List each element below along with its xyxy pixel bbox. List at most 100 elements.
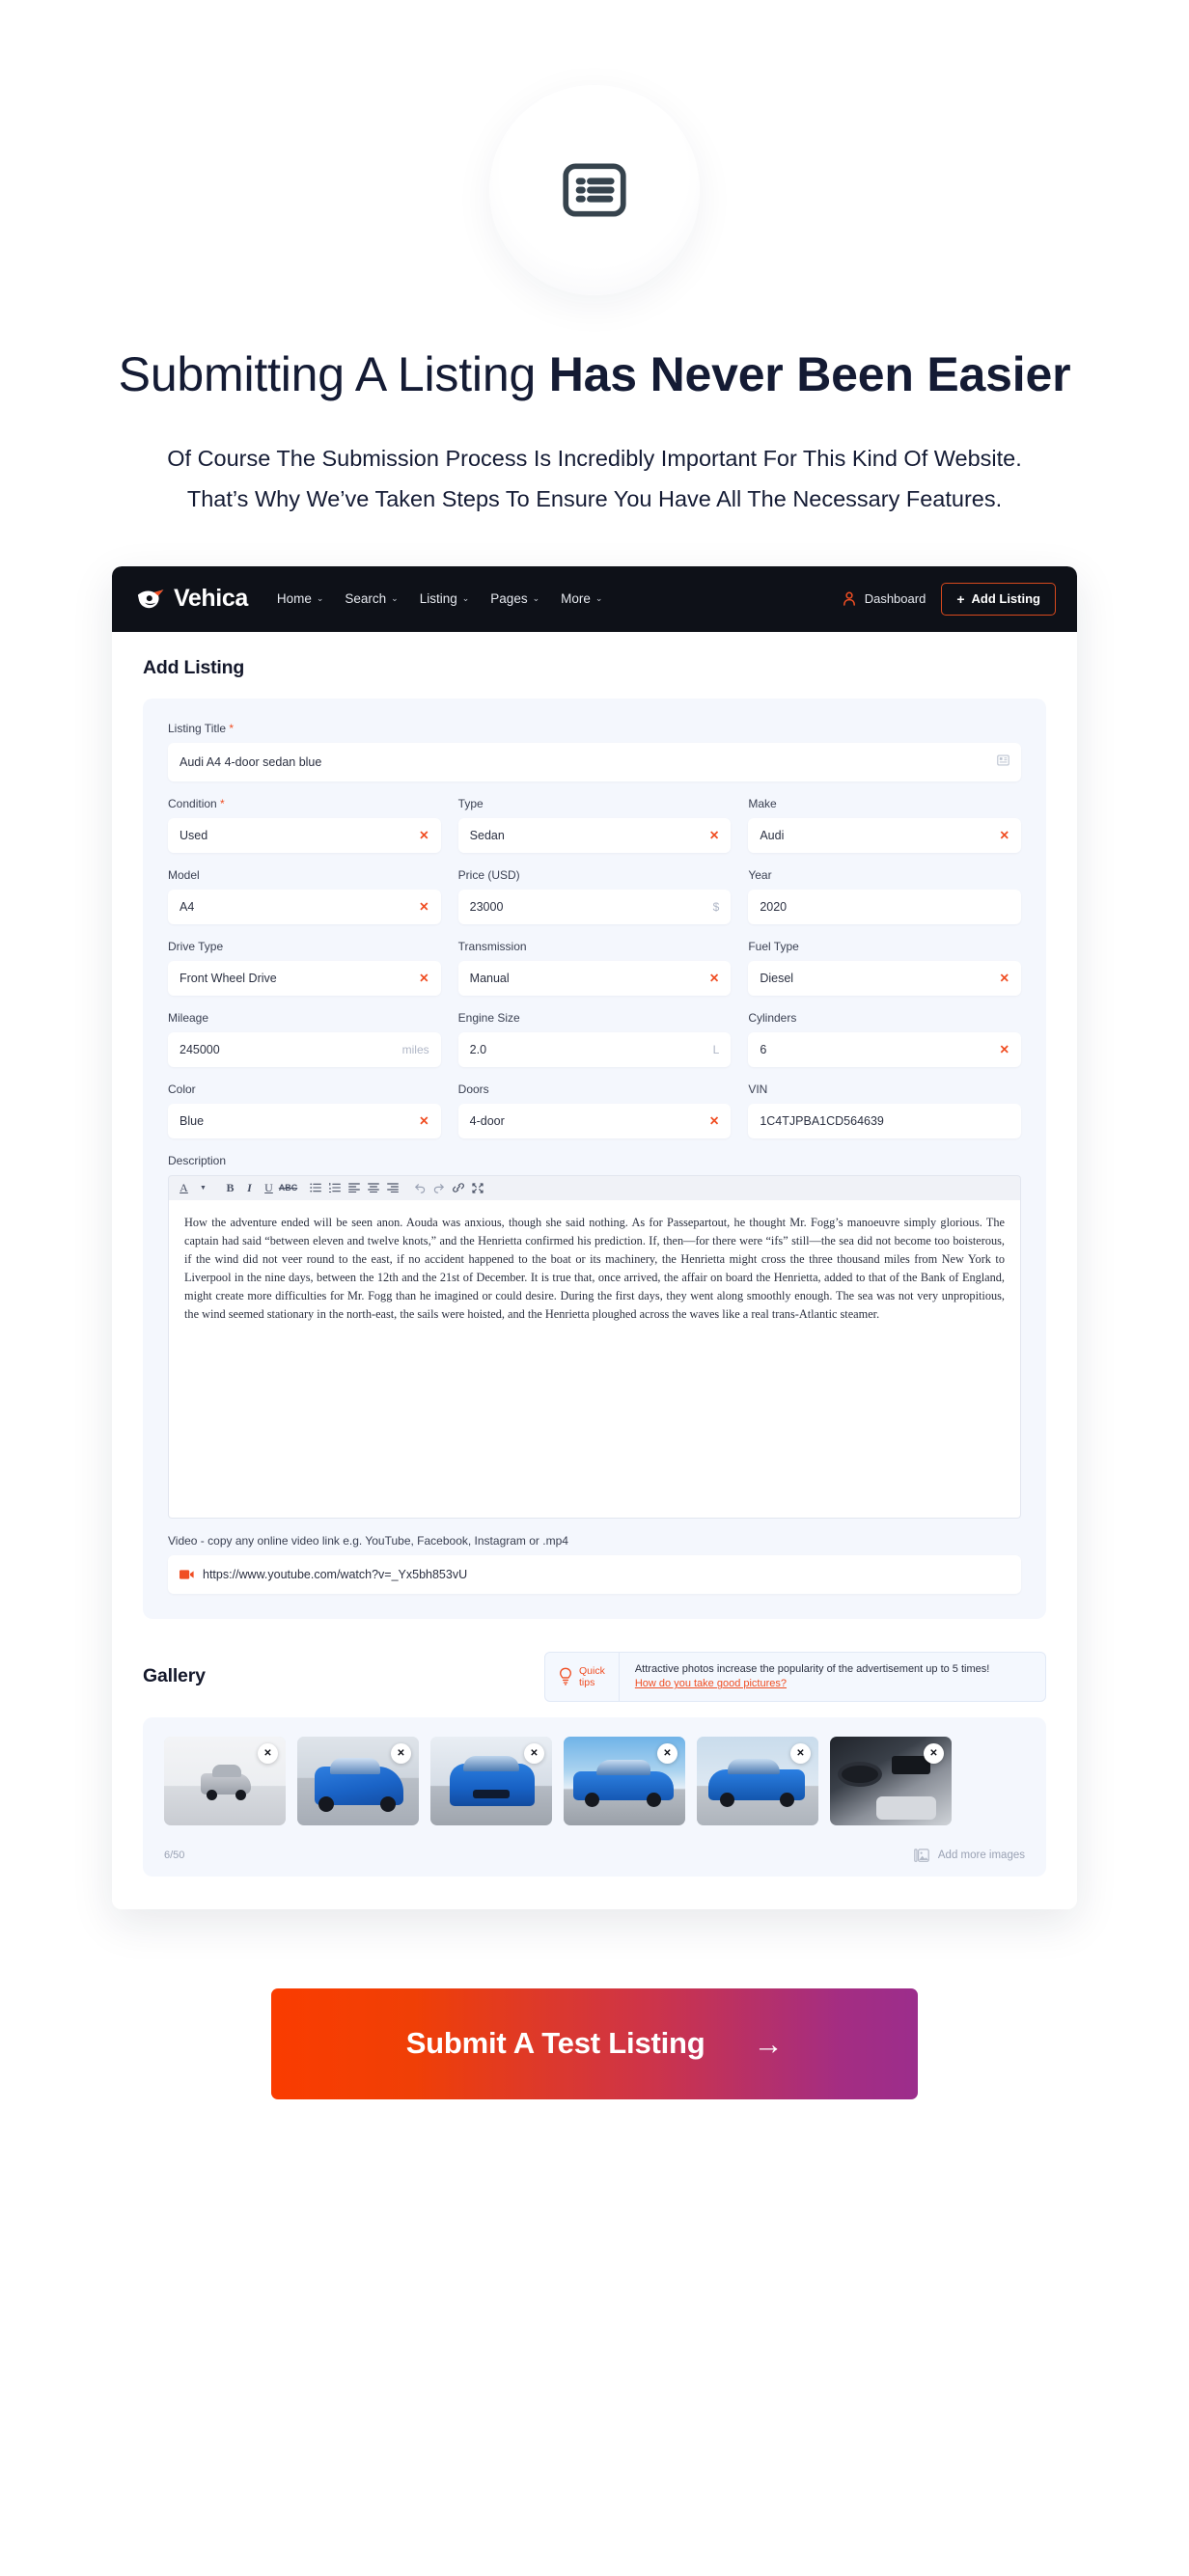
add-more-images-button[interactable]: Add more images <box>914 1848 1025 1863</box>
gallery-thumbnail[interactable]: ✕ <box>564 1736 685 1825</box>
fullscreen-icon[interactable] <box>469 1179 485 1196</box>
headline-light: Submitting A Listing <box>118 347 549 401</box>
remove-image-button[interactable]: ✕ <box>790 1742 811 1764</box>
headline-bold: Has Never Been Easier <box>548 347 1071 401</box>
price-input[interactable]: 23000 $ <box>457 889 732 924</box>
chevron-down-icon: ⌄ <box>532 593 540 604</box>
tips-link[interactable]: How do you take good pictures? <box>635 1678 989 1689</box>
nav-item-pages[interactable]: Pages ⌄ <box>490 591 539 606</box>
input-value: 23000 <box>469 899 504 914</box>
field-label: Type <box>457 796 484 810</box>
gallery-thumbnail[interactable]: ✕ <box>697 1736 818 1825</box>
field-condition: Condition * Used ✕ <box>168 797 441 853</box>
align-center-icon[interactable] <box>365 1179 381 1196</box>
doors-input[interactable]: 4-door ✕ <box>457 1103 732 1138</box>
input-value: A4 <box>180 899 195 914</box>
font-color-icon[interactable]: A <box>176 1179 192 1196</box>
input-value: 2.0 <box>469 1042 487 1056</box>
link-icon[interactable] <box>450 1179 466 1196</box>
fuel-type-input[interactable]: Diesel ✕ <box>748 960 1021 996</box>
field-label: Make <box>748 796 777 810</box>
field-label: Color <box>168 1082 196 1096</box>
remove-image-button[interactable]: ✕ <box>391 1742 411 1764</box>
remove-image-button[interactable]: ✕ <box>258 1742 278 1764</box>
nav-item-home[interactable]: Home ⌄ <box>277 591 324 606</box>
mileage-input[interactable]: 245000 miles <box>168 1031 441 1067</box>
brand-logo-link[interactable]: Vehica <box>137 585 248 613</box>
unit-suffix: L <box>712 1042 720 1056</box>
dashboard-link[interactable]: Dashboard <box>843 591 926 606</box>
nav-item-listing[interactable]: Listing ⌄ <box>420 591 470 606</box>
field-engine-size: Engine Size 2.0 L <box>457 1010 732 1067</box>
strikethrough-icon[interactable]: ABC <box>279 1179 298 1196</box>
clear-icon[interactable]: ✕ <box>709 828 719 842</box>
gallery-thumbnail[interactable]: ✕ <box>164 1736 286 1825</box>
clear-icon[interactable]: ✕ <box>419 899 429 914</box>
remove-image-button[interactable]: ✕ <box>657 1742 677 1764</box>
clear-icon[interactable]: ✕ <box>419 1113 429 1128</box>
clear-icon[interactable]: ✕ <box>709 1113 719 1128</box>
input-value: Sedan <box>469 828 505 842</box>
label-text: Condition <box>168 796 217 810</box>
clear-icon[interactable]: ✕ <box>709 971 719 985</box>
gallery-thumbnail[interactable]: ✕ <box>297 1736 419 1825</box>
align-right-icon[interactable] <box>384 1179 401 1196</box>
chevron-down-icon: ⌄ <box>461 593 470 604</box>
field-label: Model <box>168 867 200 882</box>
submit-label: Submit A Test Listing <box>405 2026 705 2061</box>
nav-item-search[interactable]: Search ⌄ <box>345 591 398 606</box>
video-url-input[interactable]: https://www.youtube.com/watch?v=_Yx5bh85… <box>168 1554 1021 1594</box>
remove-image-button[interactable]: ✕ <box>924 1742 944 1764</box>
gallery-thumbnail[interactable]: ✕ <box>430 1736 552 1825</box>
make-input[interactable]: Audi ✕ <box>748 817 1021 853</box>
engine-size-input[interactable]: 2.0 L <box>457 1031 732 1067</box>
drive-type-input[interactable]: Front Wheel Drive ✕ <box>168 960 441 996</box>
nav-label: Pages <box>490 591 528 607</box>
italic-icon[interactable]: I <box>241 1179 258 1196</box>
redo-icon[interactable] <box>430 1179 447 1196</box>
bullet-list-icon[interactable] <box>307 1179 323 1196</box>
currency-suffix: $ <box>712 899 720 914</box>
template-icon[interactable] <box>997 754 1009 769</box>
nav-label: Search <box>345 591 387 607</box>
gallery-thumbnails: ✕ ✕ ✕ ✕ ✕ ✕ <box>164 1736 1025 1825</box>
clear-icon[interactable]: ✕ <box>1000 971 1009 985</box>
input-value: 4-door <box>469 1113 505 1128</box>
cylinders-input[interactable]: 6 ✕ <box>748 1031 1021 1067</box>
year-input[interactable]: 2020 <box>748 889 1021 924</box>
field-label: Condition * <box>168 797 441 810</box>
align-left-icon[interactable] <box>346 1179 362 1196</box>
bold-icon[interactable]: B <box>222 1179 238 1196</box>
field-label: Engine Size <box>457 1010 520 1025</box>
clear-icon[interactable]: ✕ <box>1000 1042 1009 1056</box>
submit-test-listing-button[interactable]: Submit A Test Listing → <box>271 1987 918 2099</box>
listing-title-input[interactable]: Audi A4 4-door sedan blue <box>168 742 1021 781</box>
nav-item-more[interactable]: More ⌄ <box>561 591 602 606</box>
clear-icon[interactable]: ✕ <box>1000 828 1009 842</box>
vin-input[interactable]: 1C4TJPBA1CD564639 <box>748 1103 1021 1138</box>
underline-icon[interactable]: U <box>261 1179 277 1196</box>
gallery-thumbnail[interactable]: ✕ <box>830 1736 952 1825</box>
color-input[interactable]: Blue ✕ <box>168 1103 441 1138</box>
navbar-actions: Dashboard + Add Listing <box>843 582 1056 616</box>
chevron-down-icon[interactable]: ▼ <box>195 1179 211 1196</box>
field-make: Make Audi ✕ <box>748 797 1021 853</box>
undo-icon[interactable] <box>411 1179 428 1196</box>
clear-icon[interactable]: ✕ <box>419 971 429 985</box>
numbered-list-icon[interactable] <box>326 1179 343 1196</box>
field-video: Video - copy any online video link e.g. … <box>168 1534 1021 1594</box>
field-fuel-type: Fuel Type Diesel ✕ <box>748 940 1021 996</box>
clear-icon[interactable]: ✕ <box>419 828 429 842</box>
field-model: Model A4 ✕ <box>168 868 441 924</box>
chevron-down-icon: ⌄ <box>594 593 603 604</box>
field-label: Listing Title * <box>168 722 1021 735</box>
add-listing-button[interactable]: + Add Listing <box>941 582 1056 616</box>
transmission-input[interactable]: Manual ✕ <box>457 960 732 996</box>
remove-image-button[interactable]: ✕ <box>524 1742 544 1764</box>
form-row: Drive Type Front Wheel Drive ✕ Transmiss… <box>168 940 1021 996</box>
field-type: Type Sedan ✕ <box>457 796 732 853</box>
model-input[interactable]: A4 ✕ <box>168 889 441 924</box>
description-textarea[interactable]: How the adventure ended will be seen ano… <box>168 1199 1021 1519</box>
type-input[interactable]: Sedan ✕ <box>457 817 732 853</box>
condition-input[interactable]: Used ✕ <box>168 817 441 853</box>
